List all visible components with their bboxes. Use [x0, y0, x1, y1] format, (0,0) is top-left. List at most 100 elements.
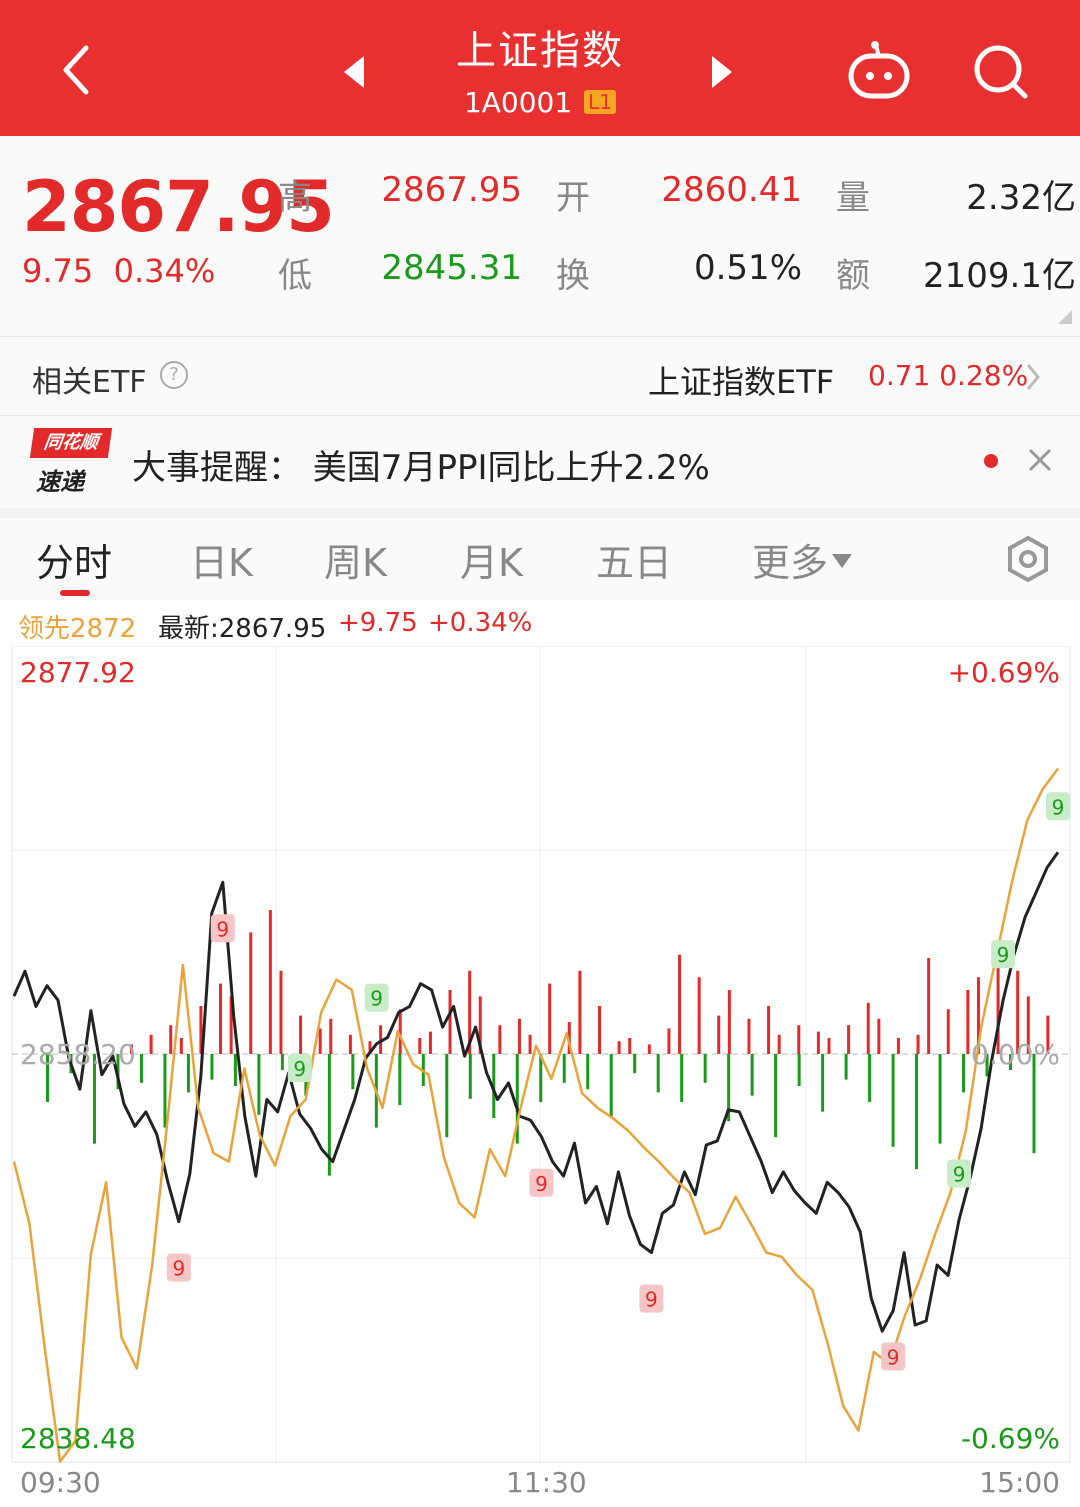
volume-bar-up: [578, 970, 582, 1054]
volume-bar-up: [418, 1038, 422, 1054]
volume-bar-down: [351, 1054, 355, 1090]
volume-bar-up: [329, 1018, 333, 1054]
volume-bar-up: [777, 1034, 781, 1054]
volume-value: 2.32亿: [966, 178, 1076, 218]
volume-bar-down: [844, 1054, 848, 1080]
latest-value: 最新:2867.95: [158, 614, 327, 644]
caret-down-icon: [832, 554, 853, 568]
chevron-right-icon: [1026, 364, 1040, 390]
settings-hexagon-icon[interactable]: [1004, 534, 1052, 584]
volume-bar-up: [149, 1034, 153, 1054]
x-label-end: 15:00: [979, 1466, 1060, 1499]
volume-bar-down: [539, 1054, 543, 1102]
volume-bar-up: [448, 990, 452, 1054]
volume-bar-down: [163, 1054, 167, 1128]
amount-value: 2109.1亿: [923, 256, 1076, 296]
signal-marker-label: 9: [216, 917, 229, 941]
volume-bars: [46, 910, 1050, 1176]
tab-five-day[interactable]: 五日: [596, 532, 672, 587]
volume-bar-up: [517, 1018, 521, 1054]
volume-bar-up: [169, 1025, 173, 1054]
volume-bar-down: [821, 1054, 825, 1112]
intraday-chart[interactable]: 9 9 9 9 9 9 9 9 9 9 2877.92 2858.20 2838.48 +0.69…: [0, 646, 1080, 1507]
volume-bar-down: [586, 1054, 590, 1090]
logo-top: 同花顺: [29, 428, 113, 458]
volume-bar-down: [656, 1054, 660, 1093]
volume-bar-down: [445, 1054, 449, 1138]
volume-bar-down: [210, 1054, 214, 1080]
volume-bar-down: [562, 1054, 566, 1083]
volume-bar-up: [847, 1025, 851, 1054]
info-change: +9.75: [338, 608, 418, 638]
tab-daily-k[interactable]: 日K: [190, 532, 253, 587]
help-icon[interactable]: ?: [160, 361, 188, 389]
open-label: 开: [556, 178, 590, 218]
volume-bar-up: [179, 1038, 183, 1054]
tab-more-label: 更多: [752, 541, 829, 585]
y-min-label: 2838.48: [20, 1422, 136, 1455]
volume-bar-up: [428, 1031, 432, 1054]
volume-bar-up: [727, 990, 731, 1054]
search-icon[interactable]: [970, 42, 1032, 102]
volume-bar-up: [268, 910, 272, 1054]
related-etf-row[interactable]: 相关ETF ? 上证指数ETF 0.71 0.28%: [0, 337, 1080, 415]
volume-bar-up: [279, 970, 283, 1054]
high-value: 2867.95: [381, 170, 522, 210]
y-mid-label: 2858.20: [20, 1038, 136, 1071]
volume-bar-up: [877, 1018, 881, 1054]
volume-bar-up: [678, 954, 682, 1054]
volume-bar-up: [348, 1034, 352, 1054]
news-ticker[interactable]: 同花顺 速递 大事提醒： 美国7月PPI同比上升2.2%: [0, 416, 1080, 508]
index-code: 1A0001 L1: [0, 86, 1080, 119]
pct-min-label: -0.69%: [960, 1422, 1060, 1455]
tab-more[interactable]: 更多: [752, 532, 853, 587]
signal-marker-label: 9: [172, 1257, 185, 1281]
next-triangle-icon[interactable]: [706, 52, 736, 92]
signal-marker-label: 9: [645, 1288, 658, 1312]
turnover-value: 0.51%: [693, 248, 802, 288]
volume-bar-down: [891, 1054, 895, 1147]
volume-bar-up: [498, 1025, 502, 1054]
code-text: 1A0001: [463, 86, 573, 119]
tab-weekly-k[interactable]: 周K: [324, 532, 387, 587]
volume-bar-up: [628, 1038, 632, 1054]
etf-value: 0.71 0.28%: [868, 359, 1029, 392]
high-label: 高: [278, 178, 312, 218]
volume-bar-down: [139, 1054, 143, 1083]
volume-bar-up: [249, 932, 253, 1054]
volume-bar-down: [233, 1054, 237, 1086]
change-percent: 0.34%: [113, 252, 216, 290]
volume-bar-up: [747, 1018, 751, 1054]
etf-label: 相关ETF: [32, 365, 147, 400]
signal-marker-label: 9: [293, 1057, 306, 1081]
close-icon[interactable]: [1026, 446, 1054, 474]
section-gap: [0, 508, 1080, 518]
volume-bar-up: [219, 983, 223, 1054]
volume-bar-down: [398, 1054, 402, 1106]
tab-intraday[interactable]: 分时: [36, 532, 112, 587]
low-value: 2845.31: [381, 248, 522, 288]
robot-icon[interactable]: [846, 40, 912, 102]
expand-corner-icon[interactable]: [1058, 310, 1072, 324]
pct-mid-label: 0.00%: [971, 1038, 1060, 1071]
turnover-label: 换: [556, 256, 590, 296]
volume-bar-up: [598, 1006, 601, 1054]
tab-monthly-k[interactable]: 月K: [460, 532, 523, 587]
volume-bar-up: [299, 1015, 303, 1054]
news-text[interactable]: 大事提醒： 美国7月PPI同比上升2.2%: [132, 440, 710, 489]
volume-bar-up: [866, 1002, 870, 1054]
open-value: 2860.41: [661, 170, 802, 210]
quote-panel: 2867.95 9.75 0.34% 高 2867.95 低 2845.31 开…: [0, 136, 1080, 336]
volume-bar-down: [868, 1054, 872, 1102]
volume-bar-down: [797, 1054, 801, 1086]
amount-label: 额: [836, 256, 870, 296]
volume-bar-down: [938, 1054, 942, 1144]
lead-value: 领先2872: [18, 614, 137, 644]
price-change: 9.75 0.34%: [22, 252, 215, 290]
signal-marker-label: 9: [1052, 795, 1065, 819]
x-label-start: 09:30: [20, 1466, 101, 1499]
signal-marker-label: 9: [887, 1346, 900, 1370]
volume-bar-up: [767, 1006, 771, 1054]
volume-bar-down: [186, 1054, 190, 1093]
volume-bar-up: [697, 977, 701, 1054]
